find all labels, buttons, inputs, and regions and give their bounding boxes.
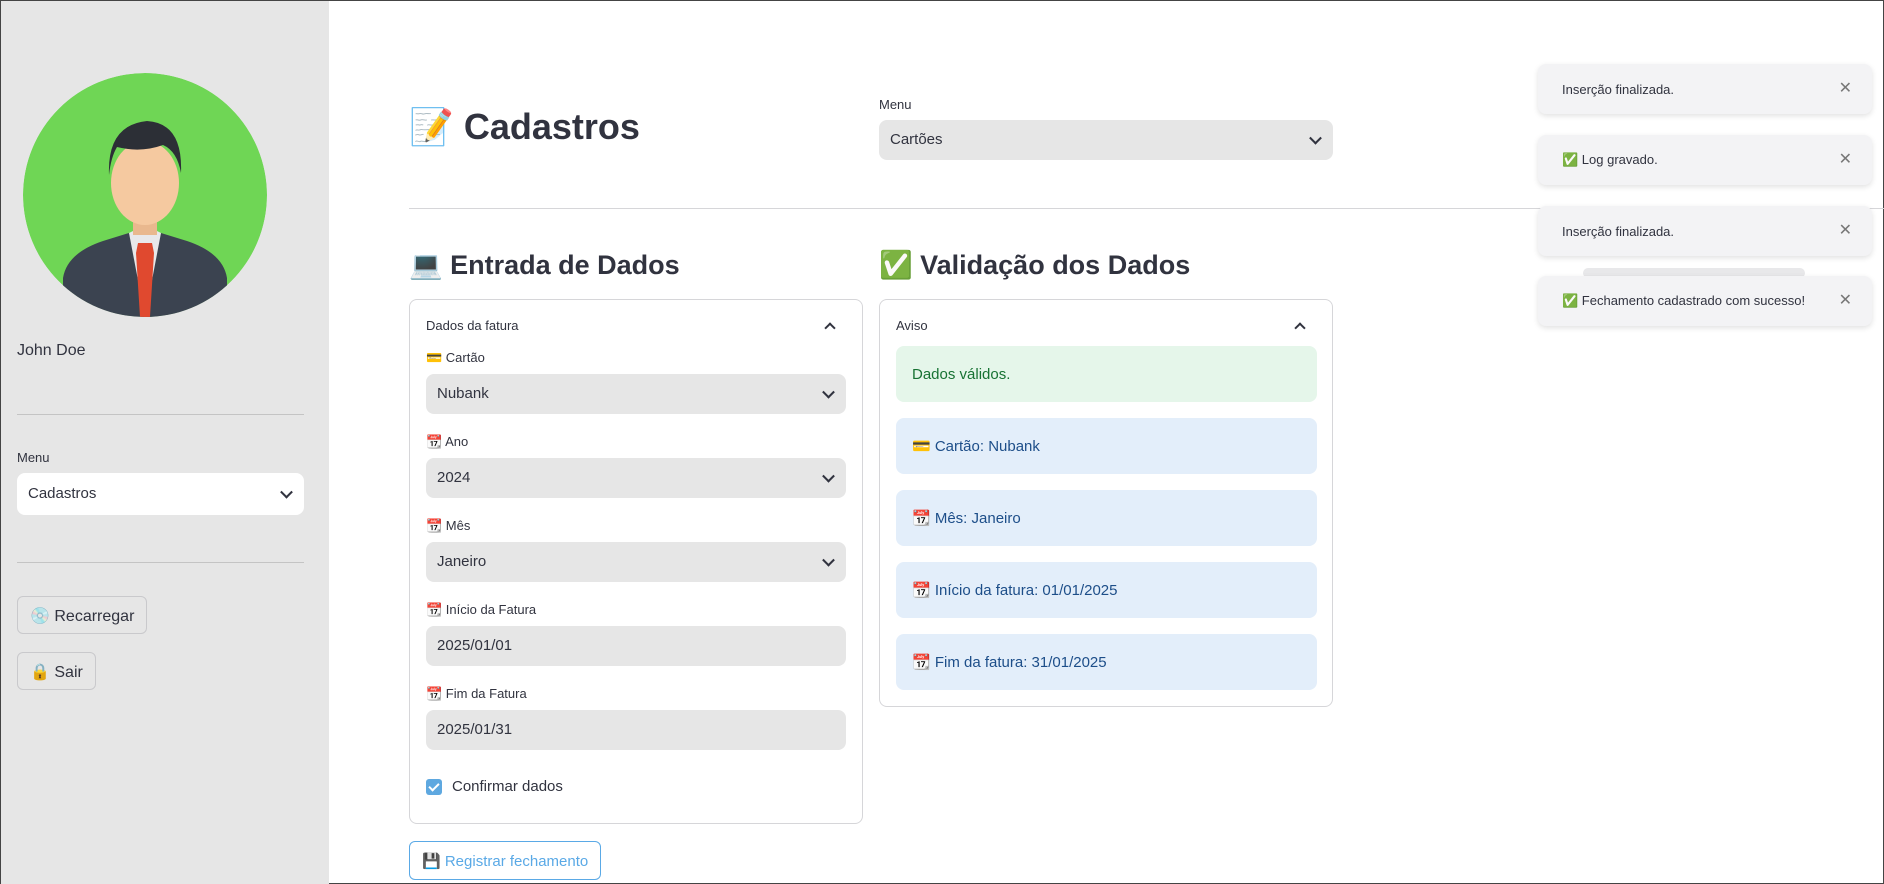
close-icon[interactable]: ✕ [1839,149,1852,169]
toast-notification: Inserção finalizada. ✕ [1538,64,1872,114]
info-alert-start: 📆 Início da fatura: 01/01/2025 [896,562,1317,618]
toast-text: ✅ Fechamento cadastrado com sucesso! [1562,293,1806,308]
invoice-data-panel: Dados da fatura 💳 Cartão Nubank 📆 Ano 20… [409,299,863,824]
invoice-end-value: 2025/01/31 [437,721,513,738]
invoice-start-value: 2025/01/01 [437,637,513,654]
year-select-value: 2024 [437,469,471,486]
invoice-start-label: 📆 Início da Fatura [426,602,537,617]
user-name: John Doe [17,342,86,359]
invoice-panel-header[interactable]: Dados da fatura [426,318,846,334]
info-alert-text: 📆 Fim da fatura: 31/01/2025 [912,654,1107,671]
toast-text: Inserção finalizada. [1562,223,1675,239]
input-section-title: 💻 Entrada de Dados [409,250,680,280]
validation-panel-header[interactable]: Aviso [896,318,1316,334]
year-field-label: 📆 Ano [426,434,469,449]
top-menu-select[interactable]: Cartões [879,120,1333,160]
top-menu-label: Menu [879,97,912,112]
card-select[interactable]: Nubank [426,374,846,414]
toast-text: Inserção finalizada. [1562,81,1675,97]
invoice-end-label: 📆 Fim da Fatura [426,686,527,701]
info-alert-text: 📆 Mês: Janeiro [912,510,1021,527]
month-select[interactable]: Janeiro [426,542,846,582]
invoice-panel-title: Dados da fatura [426,318,519,333]
invoice-start-input[interactable]: 2025/01/01 [426,626,846,666]
success-alert-text: Dados válidos. [912,365,1011,383]
success-alert: Dados válidos. [896,346,1317,402]
confirm-label: Confirmar dados [452,778,563,795]
sidebar-divider [17,414,304,415]
chevron-down-icon [822,385,835,399]
validation-panel-title: Aviso [896,318,928,333]
confirm-checkbox[interactable] [426,778,442,795]
close-icon[interactable]: ✕ [1839,78,1852,98]
logout-button[interactable]: 🔒 Sair [17,652,96,690]
toast-notification: ✅ Log gravado. ✕ [1538,135,1872,185]
validation-panel: Aviso Dados válidos. 💳 Cartão: Nubank 📆 … [879,299,1333,707]
card-select-value: Nubank [437,385,489,402]
chevron-down-icon [280,485,293,499]
chevron-up-icon [1294,322,1306,334]
month-field-label: 📆 Mês [426,518,471,533]
reload-button[interactable]: 💿 Recarregar [17,596,148,634]
page-title: 📝 Cadastros [409,106,640,147]
person-avatar-icon [23,73,267,317]
chevron-down-icon [1309,131,1322,145]
top-menu-value: Cartões [890,131,943,148]
toast-text: ✅ Log gravado. [1562,152,1658,167]
sidebar-menu-value: Cadastros [28,485,97,502]
close-icon[interactable]: ✕ [1839,290,1852,310]
year-select[interactable]: 2024 [426,458,846,498]
month-select-value: Janeiro [437,553,487,570]
avatar [23,73,267,317]
info-alert-text: 📆 Início da fatura: 01/01/2025 [912,582,1118,599]
confirm-checkbox-row[interactable]: Confirmar dados [426,778,563,795]
toast-notification: Inserção finalizada. ✕ [1538,206,1872,256]
sidebar-menu-select[interactable]: Cadastros [17,473,304,515]
chevron-down-icon [822,553,835,567]
chevron-down-icon [822,469,835,483]
info-alert-text: 💳 Cartão: Nubank [912,438,1040,455]
close-icon[interactable]: ✕ [1839,220,1852,240]
toast-notification: ✅ Fechamento cadastrado com sucesso! ✕ [1538,276,1872,326]
sidebar: John Doe Menu Cadastros 💿 Recarregar 🔒 S… [1,1,329,884]
info-alert-month: 📆 Mês: Janeiro [896,490,1317,546]
register-closing-button[interactable]: 💾 Registrar fechamento [409,841,602,880]
invoice-end-input[interactable]: 2025/01/31 [426,710,846,750]
card-field-label: 💳 Cartão [426,350,485,365]
info-alert-end: 📆 Fim da fatura: 31/01/2025 [896,634,1317,690]
validation-section-title: ✅ Validação dos Dados [879,250,1191,280]
sidebar-menu-label: Menu [17,450,50,465]
sidebar-divider [17,562,304,563]
chevron-up-icon [824,322,836,334]
info-alert-card: 💳 Cartão: Nubank [896,418,1317,474]
